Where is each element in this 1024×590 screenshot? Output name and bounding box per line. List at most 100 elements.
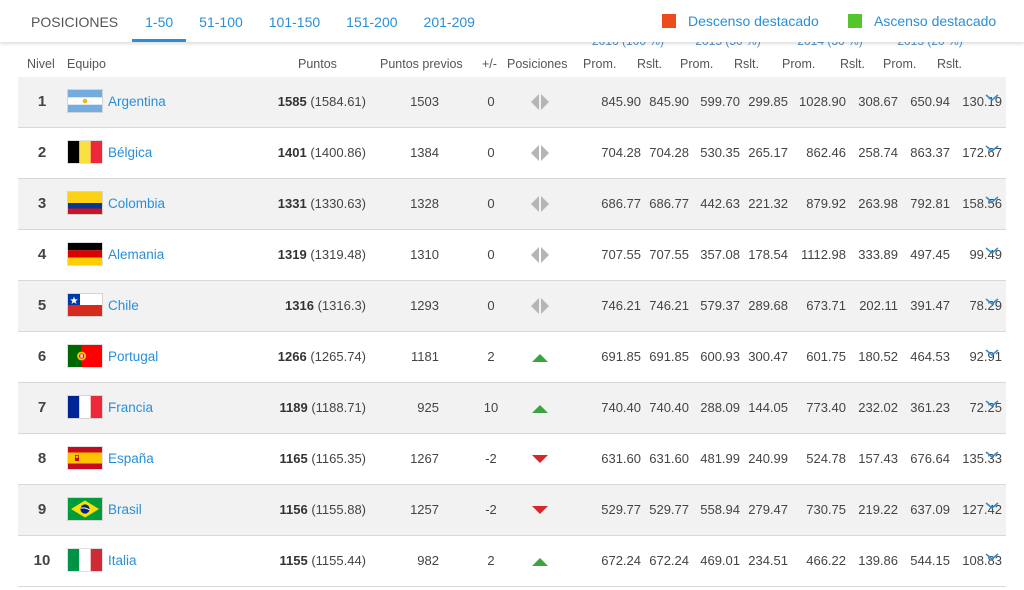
team-link[interactable]: Portugal <box>108 332 158 382</box>
prom-2013: 391.47 <box>910 298 950 313</box>
prom-2013: 361.23 <box>910 400 950 415</box>
prom-2016: 529.77 <box>601 502 641 517</box>
brazil-flag-icon <box>68 498 102 520</box>
points-exact: (1188.71) <box>311 400 366 415</box>
rslt-2014: 258.74 <box>858 145 898 160</box>
tab-range-151-200[interactable]: 151-200 <box>333 0 410 42</box>
column-header: Nivel Equipo Puntos Puntos previos +/- P… <box>0 57 1024 75</box>
col-rslt-2016: Rslt. <box>637 57 662 71</box>
portugal-flag-icon <box>68 345 102 367</box>
previous-points: 1310 <box>410 247 439 262</box>
rslt-2016: 707.55 <box>649 247 689 262</box>
arrow-up-icon <box>530 551 550 571</box>
table-row: 9 Brasil 1156 (1155.88) 1257 -2 529.77 529.77 5… <box>18 485 1006 536</box>
position-diff: 0 <box>487 247 495 262</box>
legend-descenso: Descenso destacado <box>662 13 819 29</box>
rslt-2016: 686.77 <box>649 196 689 211</box>
team-link[interactable]: Chile <box>108 281 139 331</box>
team-link[interactable]: Colombia <box>108 179 165 229</box>
chevron-down-icon[interactable] <box>984 91 1000 103</box>
prom-2015: 600.93 <box>700 349 740 364</box>
team-link[interactable]: Bélgica <box>108 128 152 178</box>
rslt-2015: 300.47 <box>748 349 788 364</box>
position-diff: 2 <box>487 553 495 568</box>
legend-descenso-label: Descenso destacado <box>688 13 819 29</box>
legend-ascenso: Ascenso destacado <box>848 13 996 29</box>
chevron-down-icon[interactable] <box>984 142 1000 154</box>
prom-2013: 650.94 <box>910 94 950 109</box>
col-nivel: Nivel <box>27 57 55 71</box>
rank: 2 <box>37 144 47 161</box>
prom-2014: 879.92 <box>806 196 846 211</box>
points: 1165 (1165.35) <box>279 434 366 484</box>
prom-2014: 730.75 <box>806 502 846 517</box>
rslt-2014: 180.52 <box>858 349 898 364</box>
arrow-up-icon <box>530 398 550 418</box>
prom-2015: 530.35 <box>700 145 740 160</box>
prom-2016: 707.55 <box>601 247 641 262</box>
team-link[interactable]: España <box>108 434 154 484</box>
rank: 4 <box>37 246 47 263</box>
chevron-down-icon[interactable] <box>984 193 1000 205</box>
chevron-down-icon[interactable] <box>984 550 1000 562</box>
chevron-down-icon[interactable] <box>984 346 1000 358</box>
prom-2016: 691.85 <box>601 349 641 364</box>
points-exact: (1584.61) <box>310 94 366 109</box>
points: 1585 (1584.61) <box>278 77 366 127</box>
arrow-up-icon <box>530 347 550 367</box>
points: 1401 (1400.86) <box>278 128 366 178</box>
team-link[interactable]: Brasil <box>108 485 142 535</box>
points-exact: (1316.3) <box>317 298 366 313</box>
rslt-2016: 672.24 <box>649 553 689 568</box>
rslt-2014: 157.43 <box>858 451 898 466</box>
col-posiciones: Posiciones <box>507 57 568 71</box>
tab-range-201-209[interactable]: 201-209 <box>411 0 488 42</box>
prom-2014: 524.78 <box>806 451 846 466</box>
no-change-icon <box>530 245 550 265</box>
points-exact: (1265.74) <box>310 349 366 364</box>
table-row: 6 Portugal 1266 (1265.74) 1181 2 691.85 691.85… <box>18 332 1006 383</box>
rslt-2016: 704.28 <box>649 145 689 160</box>
tab-posiciones[interactable]: POSICIONES <box>18 0 132 42</box>
position-diff: 10 <box>483 400 499 415</box>
prom-2013: 637.09 <box>910 502 950 517</box>
rslt-2014: 202.11 <box>859 298 898 313</box>
chevron-down-icon[interactable] <box>984 499 1000 511</box>
points: 1156 (1155.88) <box>279 485 366 535</box>
tab-range-1-50[interactable]: 1-50 <box>132 0 187 42</box>
chevron-down-icon[interactable] <box>984 448 1000 460</box>
italy-flag-icon <box>68 549 102 571</box>
prom-2016: 672.24 <box>601 553 641 568</box>
points: 1331 (1330.63) <box>278 179 366 229</box>
table-row: 7 Francia 1189 (1188.71) 925 10 740.40 740.40 2… <box>18 383 1006 434</box>
position-diff: 2 <box>487 349 495 364</box>
chevron-down-icon[interactable] <box>984 295 1000 307</box>
previous-points: 1384 <box>410 145 439 160</box>
col-rslt-2014: Rslt. <box>840 57 865 71</box>
col-diff: +/- <box>482 57 497 71</box>
chevron-down-icon[interactable] <box>984 244 1000 256</box>
rank: 1 <box>37 93 47 110</box>
chevron-down-icon[interactable] <box>984 397 1000 409</box>
no-change-icon <box>530 92 550 112</box>
col-puntos: Puntos <box>298 57 337 71</box>
team-link[interactable]: Italia <box>108 536 137 586</box>
team-link[interactable]: Francia <box>108 383 153 433</box>
previous-points: 1328 <box>410 196 439 211</box>
argentina-flag-icon <box>68 90 102 112</box>
col-puntos-previos: Puntos previos <box>380 57 463 71</box>
rslt-2015: 240.99 <box>748 451 788 466</box>
legend-ascenso-label: Ascenso destacado <box>874 13 997 29</box>
tab-range-51-100[interactable]: 51-100 <box>186 0 256 42</box>
team-link[interactable]: Alemania <box>108 230 164 280</box>
rslt-2016: 631.60 <box>649 451 689 466</box>
prom-2013: 676.64 <box>910 451 950 466</box>
rslt-2014: 232.02 <box>858 400 898 415</box>
prom-2013: 863.37 <box>910 145 950 160</box>
points-rounded: 1155 <box>279 553 308 568</box>
tab-range-101-150[interactable]: 101-150 <box>256 0 333 42</box>
prom-2014: 673.71 <box>806 298 846 313</box>
prom-2016: 704.28 <box>601 145 641 160</box>
team-link[interactable]: Argentina <box>108 77 166 127</box>
points: 1316 (1316.3) <box>285 281 366 331</box>
